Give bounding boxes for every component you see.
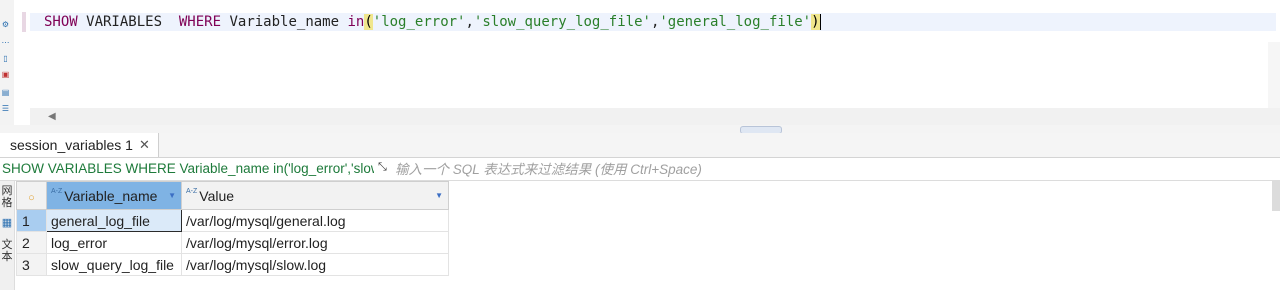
grid-icon[interactable]: ▦: [0, 217, 14, 229]
table-row[interactable]: 3 slow_query_log_file /var/log/mysql/slo…: [16, 253, 449, 276]
cell-value[interactable]: /var/log/mysql/slow.log: [181, 253, 449, 276]
scroll-left-icon[interactable]: ◀: [48, 111, 56, 122]
filter-expand-icon[interactable]: ⤡: [378, 161, 387, 174]
text-view-tab[interactable]: 文本: [0, 239, 14, 267]
chevron-down-icon[interactable]: ▼: [168, 191, 176, 200]
row-number-header[interactable]: ○: [16, 181, 47, 210]
sql-text-segment: Variable_name: [221, 14, 348, 30]
results-grid[interactable]: ○ A-Z Variable_name ▼ A-Z Value ▼ 1 general_…: [16, 181, 449, 276]
results-table: ○ A-Z Variable_name ▼ A-Z Value ▼ 1 general_…: [16, 181, 449, 276]
sql-string: 'log_error': [372, 14, 466, 30]
lock-icon[interactable]: ▣: [1, 70, 10, 79]
cell-value[interactable]: /var/log/mysql/error.log: [181, 231, 449, 254]
row-number[interactable]: 2: [16, 231, 47, 254]
sql-string: 'slow_query_log_file': [473, 14, 651, 30]
sort-az-icon: A-Z: [186, 187, 198, 195]
filter-input[interactable]: [395, 160, 1275, 178]
sql-keyword: WHERE: [178, 14, 222, 30]
current-line-marker: [22, 12, 26, 32]
filter-query-text: SHOW VARIABLES WHERE Variable_name in('l…: [2, 161, 374, 176]
column-header-value[interactable]: A-Z Value ▼: [181, 181, 449, 210]
tab-label: session_variables 1: [10, 137, 133, 153]
settings-icon[interactable]: ⚙: [1, 20, 10, 29]
sql-editor[interactable]: ⚙ ⋯ ▯ ▣ ▤ ☰ SHOW VARIABLES WHERE Variabl…: [0, 0, 1280, 130]
sql-keyword: SHOW: [44, 14, 78, 30]
view-switch-strip: 网格 ▦ 文本: [0, 181, 15, 290]
select-all-icon[interactable]: ○: [28, 192, 35, 204]
column-header-variable-name[interactable]: A-Z Variable_name ▼: [46, 181, 182, 210]
file-icon[interactable]: ▯: [1, 54, 10, 63]
close-icon[interactable]: ✕: [139, 137, 150, 153]
chevron-down-icon[interactable]: ▼: [435, 191, 443, 200]
grid-view-tab[interactable]: 网格: [0, 185, 14, 213]
filter-bar: SHOW VARIABLES WHERE Variable_name in('l…: [0, 158, 1280, 181]
results-tab-bar: session_variables 1 ✕: [0, 133, 1280, 158]
column-label: Variable_name: [64, 187, 158, 204]
cell-variable-name[interactable]: slow_query_log_file: [46, 253, 182, 276]
table-row[interactable]: 1 general_log_file /var/log/mysql/genera…: [16, 209, 449, 232]
list-icon[interactable]: ☰: [1, 104, 10, 113]
text-caret: [819, 14, 821, 30]
document-icon[interactable]: ▤: [1, 88, 10, 97]
editor-gutter: ⚙ ⋯ ▯ ▣ ▤ ☰: [0, 0, 14, 130]
sql-paren: (: [364, 14, 373, 30]
sql-keyword: in: [347, 14, 365, 30]
tab-session-variables[interactable]: session_variables 1 ✕: [0, 133, 159, 157]
sql-comma: ,: [465, 14, 474, 30]
more-icon[interactable]: ⋯: [1, 38, 10, 47]
sql-string: 'general_log_file': [659, 14, 812, 30]
table-row[interactable]: 2 log_error /var/log/mysql/error.log: [16, 231, 449, 254]
cell-value[interactable]: /var/log/mysql/general.log: [181, 209, 449, 232]
editor-vertical-scrollbar[interactable]: [1268, 42, 1280, 108]
cell-variable-name[interactable]: general_log_file: [46, 209, 182, 232]
row-number[interactable]: 1: [16, 209, 47, 232]
header-row: ○ A-Z Variable_name ▼ A-Z Value ▼: [16, 181, 449, 210]
grid-scrollbar[interactable]: [1272, 181, 1280, 211]
sql-paren: ): [811, 14, 820, 30]
column-label: Value: [199, 187, 235, 204]
row-number[interactable]: 3: [16, 253, 47, 276]
sql-text-segment: VARIABLES: [77, 14, 179, 30]
sort-az-icon: A-Z: [51, 187, 63, 195]
cell-variable-name[interactable]: log_error: [46, 231, 182, 254]
sql-text[interactable]: SHOW VARIABLES WHERE Variable_name in('l…: [44, 13, 821, 31]
panel-splitter[interactable]: [0, 125, 1280, 133]
editor-horizontal-scrollbar[interactable]: [30, 108, 1280, 125]
